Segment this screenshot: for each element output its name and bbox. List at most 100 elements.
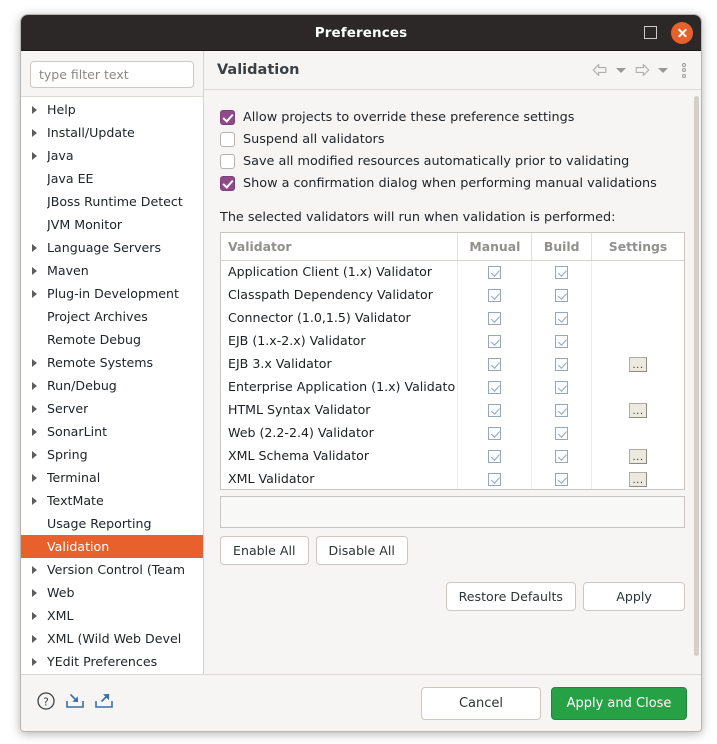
cell-settings[interactable]: ... bbox=[592, 467, 684, 489]
expand-arrow-icon[interactable] bbox=[31, 128, 47, 137]
sidebar-item-install-update[interactable]: Install/Update bbox=[21, 121, 203, 144]
validation-option-row[interactable]: Save all modified resources automaticall… bbox=[220, 150, 685, 172]
sidebar-item-version-control-team[interactable]: Version Control (Team bbox=[21, 558, 203, 581]
column-header-settings[interactable]: Settings bbox=[591, 233, 684, 261]
settings-ellipsis-button[interactable]: ... bbox=[629, 402, 648, 418]
expand-arrow-icon[interactable] bbox=[31, 611, 47, 620]
cell-settings[interactable] bbox=[592, 375, 684, 398]
checkbox-checked-icon[interactable] bbox=[555, 450, 569, 463]
checkbox-checked-icon[interactable] bbox=[488, 381, 502, 394]
expand-arrow-icon[interactable] bbox=[31, 266, 47, 275]
table-row[interactable]: Application Client (1.x) Validator bbox=[221, 260, 684, 283]
checkbox-checked-icon[interactable] bbox=[488, 473, 502, 486]
cell-manual[interactable] bbox=[457, 421, 533, 444]
apply-button[interactable]: Apply bbox=[583, 582, 685, 611]
settings-ellipsis-button[interactable]: ... bbox=[629, 356, 648, 372]
sidebar-item-textmate[interactable]: TextMate bbox=[21, 489, 203, 512]
sidebar-item-jboss-runtime-detect[interactable]: JBoss Runtime Detect bbox=[21, 190, 203, 213]
expand-arrow-icon[interactable] bbox=[31, 151, 47, 160]
expand-arrow-icon[interactable] bbox=[31, 473, 47, 482]
sidebar-item-web[interactable]: Web bbox=[21, 581, 203, 604]
checkbox-unchecked-icon[interactable] bbox=[220, 153, 235, 169]
cell-build[interactable] bbox=[531, 398, 593, 421]
cell-build[interactable] bbox=[531, 352, 593, 375]
import-icon[interactable] bbox=[64, 690, 86, 716]
apply-and-close-button[interactable]: Apply and Close bbox=[551, 686, 687, 720]
checkbox-checked-icon[interactable] bbox=[488, 312, 502, 325]
sidebar-item-project-archives[interactable]: Project Archives bbox=[21, 305, 203, 328]
checkbox-checked-icon[interactable] bbox=[555, 266, 569, 280]
sidebar-item-java-ee[interactable]: Java EE bbox=[21, 167, 203, 190]
expand-arrow-icon[interactable] bbox=[31, 381, 47, 390]
cell-build[interactable] bbox=[531, 467, 593, 489]
cell-settings[interactable] bbox=[592, 421, 684, 444]
cell-settings[interactable]: ... bbox=[592, 352, 684, 375]
cell-build[interactable] bbox=[531, 260, 593, 283]
column-header-validator[interactable]: Validator bbox=[221, 233, 459, 261]
cell-manual[interactable] bbox=[457, 398, 533, 421]
cell-build[interactable] bbox=[531, 375, 593, 398]
cell-settings[interactable] bbox=[592, 306, 684, 329]
checkbox-checked-icon[interactable] bbox=[488, 358, 502, 371]
checkbox-checked-icon[interactable] bbox=[488, 404, 502, 417]
table-row[interactable]: XML Validator... bbox=[221, 467, 684, 489]
cell-settings[interactable] bbox=[592, 283, 684, 306]
cancel-button[interactable]: Cancel bbox=[421, 686, 541, 720]
table-row[interactable]: EJB 3.x Validator... bbox=[221, 352, 684, 375]
sidebar-item-usage-reporting[interactable]: Usage Reporting bbox=[21, 512, 203, 535]
export-icon[interactable] bbox=[93, 690, 115, 716]
search-input[interactable] bbox=[30, 61, 194, 88]
expand-arrow-icon[interactable] bbox=[31, 565, 47, 574]
sidebar-item-spring[interactable]: Spring bbox=[21, 443, 203, 466]
checkbox-checked-icon[interactable] bbox=[555, 404, 569, 417]
checkbox-checked-icon[interactable] bbox=[220, 175, 235, 191]
column-header-manual[interactable]: Manual bbox=[457, 233, 533, 261]
checkbox-checked-icon[interactable] bbox=[555, 473, 569, 486]
disable-all-button[interactable]: Disable All bbox=[315, 536, 408, 565]
expand-arrow-icon[interactable] bbox=[31, 588, 47, 597]
forward-history-chevron-down-icon[interactable] bbox=[658, 67, 668, 73]
expand-arrow-icon[interactable] bbox=[31, 450, 47, 459]
checkbox-checked-icon[interactable] bbox=[555, 312, 569, 325]
settings-ellipsis-button[interactable]: ... bbox=[629, 471, 648, 487]
sidebar-item-java[interactable]: Java bbox=[21, 144, 203, 167]
cell-settings[interactable] bbox=[592, 329, 684, 352]
expand-arrow-icon[interactable] bbox=[31, 634, 47, 643]
table-row[interactable]: Connector (1.0,1.5) Validator bbox=[221, 306, 684, 329]
checkbox-unchecked-icon[interactable] bbox=[220, 131, 235, 147]
cell-settings[interactable] bbox=[592, 260, 684, 283]
sidebar-item-xml-wild-web-devel[interactable]: XML (Wild Web Devel bbox=[21, 627, 203, 650]
preferences-tree[interactable]: Help Install/Update Java Java EE JBoss Runti… bbox=[21, 96, 203, 674]
expand-arrow-icon[interactable] bbox=[31, 427, 47, 436]
validators-table-container[interactable]: Validator Manual Build Settings Applicat… bbox=[220, 232, 685, 490]
sidebar-item-run-debug[interactable]: Run/Debug bbox=[21, 374, 203, 397]
sidebar-item-remote-debug[interactable]: Remote Debug bbox=[21, 328, 203, 351]
sidebar-item-validation[interactable]: Validation bbox=[21, 535, 203, 558]
column-header-build[interactable]: Build bbox=[531, 233, 593, 261]
content-scrollbar[interactable] bbox=[694, 96, 699, 656]
settings-ellipsis-button[interactable]: ... bbox=[629, 448, 648, 464]
help-icon[interactable]: ? bbox=[35, 690, 57, 716]
checkbox-checked-icon[interactable] bbox=[488, 450, 502, 463]
table-row[interactable]: Classpath Dependency Validator bbox=[221, 283, 684, 306]
cell-build[interactable] bbox=[531, 421, 593, 444]
expand-arrow-icon[interactable] bbox=[31, 404, 47, 413]
expand-arrow-icon[interactable] bbox=[31, 105, 47, 114]
maximize-button[interactable] bbox=[639, 22, 661, 44]
cell-build[interactable] bbox=[531, 444, 593, 467]
sidebar-item-terminal[interactable]: Terminal bbox=[21, 466, 203, 489]
sidebar-item-maven[interactable]: Maven bbox=[21, 259, 203, 282]
checkbox-checked-icon[interactable] bbox=[488, 427, 502, 440]
cell-manual[interactable] bbox=[457, 306, 533, 329]
cell-settings[interactable]: ... bbox=[592, 444, 684, 467]
cell-build[interactable] bbox=[531, 329, 593, 352]
sidebar-item-xml[interactable]: XML bbox=[21, 604, 203, 627]
checkbox-checked-icon[interactable] bbox=[488, 335, 502, 348]
cell-manual[interactable] bbox=[457, 260, 533, 283]
expand-arrow-icon[interactable] bbox=[31, 496, 47, 505]
table-row[interactable]: HTML Syntax Validator... bbox=[221, 398, 684, 421]
sidebar-item-sonarlint[interactable]: SonarLint bbox=[21, 420, 203, 443]
enable-all-button[interactable]: Enable All bbox=[220, 536, 309, 565]
checkbox-checked-icon[interactable] bbox=[220, 109, 235, 125]
validation-option-row[interactable]: Show a confirmation dialog when performi… bbox=[220, 172, 685, 194]
